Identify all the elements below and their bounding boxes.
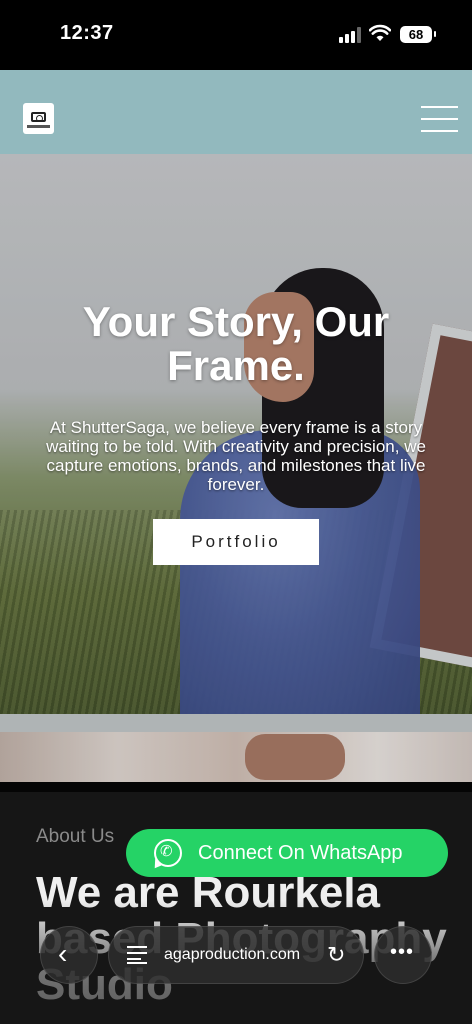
hero-subtitle: At ShutterSaga, we believe every frame i…	[46, 418, 426, 494]
hero-title: Your Story, Our Frame.	[82, 298, 390, 389]
back-button[interactable]: ‹	[40, 926, 98, 984]
tabs-icon[interactable]	[127, 946, 147, 964]
status-bar: 12:37 68	[0, 0, 472, 70]
status-time: 12:37	[60, 22, 114, 44]
cellular-signal-icon	[339, 27, 363, 43]
portfolio-button[interactable]: Portfolio	[153, 519, 319, 565]
reload-icon[interactable]: ↻	[327, 942, 345, 968]
more-icon: •••	[390, 941, 415, 963]
section-divider	[0, 782, 472, 792]
hero-section: Your Story, Our Frame. At ShutterSaga, w…	[0, 70, 472, 782]
url-text: agaproduction.com	[164, 946, 301, 963]
chevron-left-icon: ‹	[58, 938, 68, 969]
whatsapp-button[interactable]: Connect On WhatsApp	[126, 829, 448, 877]
wifi-icon	[369, 24, 391, 41]
camera-icon	[31, 112, 46, 122]
logo-text-mark	[27, 125, 50, 128]
whatsapp-icon	[154, 839, 182, 867]
whatsapp-label: Connect On WhatsApp	[198, 842, 403, 864]
hamburger-menu-icon[interactable]	[421, 106, 458, 132]
address-bar[interactable]: agaproduction.com ↻	[108, 926, 364, 984]
battery-icon: 68	[400, 26, 436, 43]
about-label: About Us	[36, 826, 115, 847]
site-logo[interactable]	[23, 103, 54, 134]
more-options-button[interactable]: •••	[374, 926, 432, 984]
